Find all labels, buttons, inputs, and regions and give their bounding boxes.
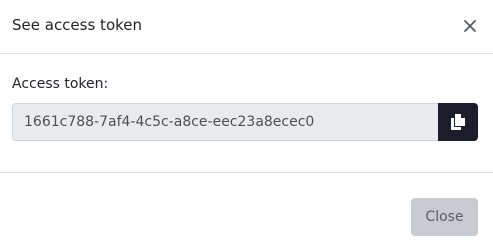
access-token-field[interactable] (12, 103, 438, 141)
access-token-modal: See access token Access token: Close (0, 0, 493, 251)
access-token-label: Access token: (12, 76, 109, 92)
close-button[interactable]: Close (411, 198, 478, 236)
copy-token-button[interactable] (438, 103, 478, 141)
close-icon[interactable] (461, 17, 479, 35)
modal-footer: Close (0, 174, 493, 251)
token-input-group (12, 103, 478, 141)
modal-body: Access token: (0, 55, 493, 173)
copy-icon (451, 114, 465, 130)
modal-header: See access token (0, 0, 493, 54)
modal-title: See access token (12, 16, 143, 34)
